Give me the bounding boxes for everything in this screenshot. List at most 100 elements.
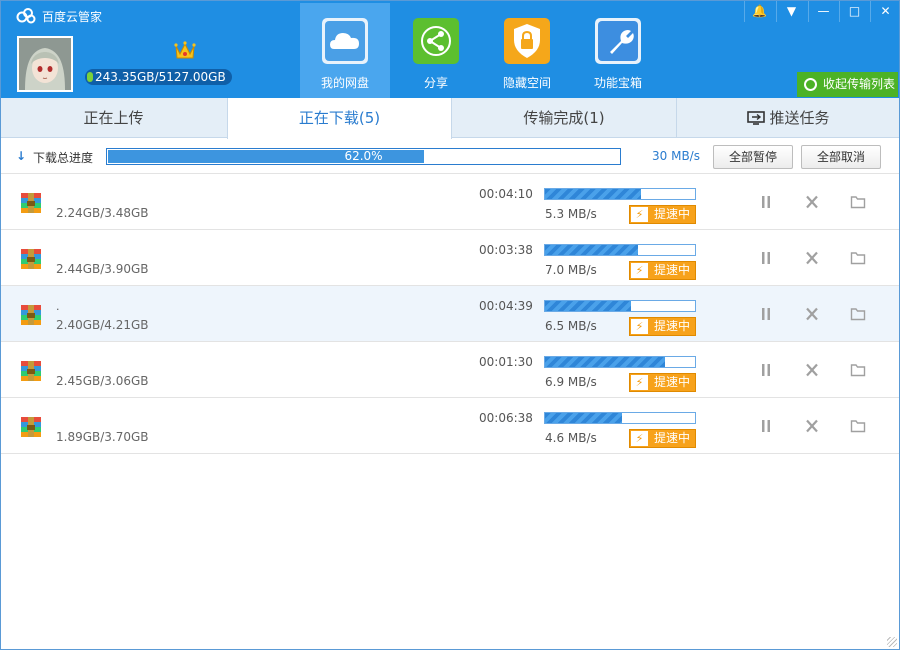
nav-my-cloud[interactable]: 我的网盘: [300, 3, 390, 98]
file-progress-fill: [545, 357, 665, 367]
speed-boost-badge[interactable]: ⚡ 提速中: [629, 373, 696, 392]
nav-hidden-space[interactable]: 隐藏空间: [482, 3, 572, 98]
download-speed: 5.3 MB/s: [545, 207, 597, 221]
tab-push-tasks[interactable]: 推送任务: [677, 98, 900, 138]
tab-downloading[interactable]: 正在下载(5): [227, 98, 452, 139]
open-folder-icon[interactable]: [849, 305, 867, 323]
circle-icon: [804, 78, 817, 91]
lock-icon: [504, 18, 550, 64]
pause-all-button[interactable]: 全部暂停: [713, 145, 793, 169]
download-arrow-icon: ↓: [16, 149, 27, 163]
quota-usage-indicator: [87, 72, 93, 82]
title-bar: 百度云管家 243.35GB/5127.00GB 我的网盘 分享 隐藏空间 功能…: [0, 0, 900, 98]
vip-crown-icon: [174, 41, 196, 59]
pause-icon[interactable]: [757, 193, 775, 211]
file-progress-bar: [544, 188, 696, 200]
pause-icon[interactable]: [757, 249, 775, 267]
archive-file-icon: [19, 303, 43, 327]
file-progress-bar: [544, 356, 696, 368]
lightning-icon: ⚡: [631, 207, 648, 222]
share-icon: [413, 18, 459, 64]
boost-label: 提速中: [654, 319, 691, 333]
tab-label: 传输完成(1): [523, 109, 605, 127]
remaining-time: 00:06:38: [479, 411, 533, 425]
baidu-cloud-logo-icon: [16, 8, 36, 24]
file-progress-fill: [545, 189, 641, 199]
cancel-all-button[interactable]: 全部取消: [801, 145, 881, 169]
archive-file-icon: [19, 191, 43, 215]
download-speed: 4.6 MB/s: [545, 431, 597, 445]
app-title: 百度云管家: [42, 10, 103, 24]
download-row[interactable]: 2.24GB/3.48GB 00:04:10 5.3 MB/s ⚡ 提速中: [0, 174, 900, 230]
close-icon[interactable]: ✕: [870, 0, 900, 22]
boost-label: 提速中: [654, 375, 691, 389]
cancel-icon[interactable]: [803, 193, 821, 211]
lightning-icon: ⚡: [631, 375, 648, 390]
wrench-icon: [595, 18, 641, 64]
cloud-icon: [322, 18, 368, 64]
resize-grip[interactable]: [887, 637, 897, 647]
remaining-time: 00:01:30: [479, 355, 533, 369]
download-row[interactable]: 2.45GB/3.06GB 00:01:30 6.9 MB/s ⚡ 提速中: [0, 342, 900, 398]
cancel-icon[interactable]: [803, 249, 821, 267]
file-size-progress: 2.45GB/3.06GB: [56, 374, 149, 388]
file-progress-fill: [545, 413, 622, 423]
file-size-progress: 2.40GB/4.21GB: [56, 318, 149, 332]
download-row[interactable]: 1.89GB/3.70GB 00:06:38 4.6 MB/s ⚡ 提速中: [0, 398, 900, 454]
open-folder-icon[interactable]: [849, 193, 867, 211]
minimize-icon[interactable]: —: [808, 0, 838, 22]
remaining-time: 00:04:39: [479, 299, 533, 313]
open-folder-icon[interactable]: [849, 249, 867, 267]
nav-share[interactable]: 分享: [391, 3, 481, 98]
speed-boost-badge[interactable]: ⚡ 提速中: [629, 261, 696, 280]
open-folder-icon[interactable]: [849, 361, 867, 379]
boost-label: 提速中: [654, 263, 691, 277]
maximize-icon[interactable]: □: [839, 0, 869, 22]
menu-dropdown-icon[interactable]: ▼: [776, 0, 806, 22]
nav-label: 功能宝箱: [593, 76, 642, 90]
file-progress-bar: [544, 244, 696, 256]
remaining-time: 00:03:38: [479, 243, 533, 257]
boost-label: 提速中: [654, 207, 691, 221]
tab-label: 正在上传: [83, 109, 144, 127]
collapse-transfer-list-button[interactable]: 收起传输列表: [797, 72, 898, 97]
download-row[interactable]: . 2.40GB/4.21GB 00:04:39 6.5 MB/s ⚡ 提速中: [0, 286, 900, 342]
boost-label: 提速中: [654, 431, 691, 445]
collapse-label: 收起传输列表: [823, 77, 896, 91]
pause-icon[interactable]: [757, 417, 775, 435]
push-screen-icon: [747, 111, 766, 125]
total-speed: 30 MB/s: [652, 149, 700, 163]
notification-bell-icon[interactable]: 🔔: [744, 0, 774, 22]
archive-file-icon: [19, 415, 43, 439]
file-size-progress: 2.44GB/3.90GB: [56, 262, 149, 276]
transfer-tabs: 正在上传 正在下载(5) 传输完成(1) 推送任务: [0, 98, 900, 139]
download-speed: 6.9 MB/s: [545, 375, 597, 389]
cancel-icon[interactable]: [803, 361, 821, 379]
tab-label: 正在下载(5): [298, 109, 381, 127]
tab-label: 推送任务: [769, 109, 830, 127]
total-progress-percent: 62.0%: [344, 149, 383, 163]
file-progress-fill: [545, 301, 631, 311]
tab-completed[interactable]: 传输完成(1): [452, 98, 677, 138]
avatar[interactable]: [17, 36, 73, 92]
pause-icon[interactable]: [757, 361, 775, 379]
speed-boost-badge[interactable]: ⚡ 提速中: [629, 429, 696, 448]
lightning-icon: ⚡: [631, 263, 648, 278]
nav-label: 分享: [423, 76, 448, 90]
archive-file-icon: [19, 247, 43, 271]
nav-label: 隐藏空间: [502, 76, 551, 90]
lightning-icon: ⚡: [631, 431, 648, 446]
cancel-icon[interactable]: [803, 305, 821, 323]
speed-boost-badge[interactable]: ⚡ 提速中: [629, 205, 696, 224]
nav-toolbox[interactable]: 功能宝箱: [573, 3, 663, 98]
open-folder-icon[interactable]: [849, 417, 867, 435]
tab-uploading[interactable]: 正在上传: [0, 98, 228, 138]
lightning-icon: ⚡: [631, 319, 648, 334]
download-row[interactable]: 2.44GB/3.90GB 00:03:38 7.0 MB/s ⚡ 提速中: [0, 230, 900, 286]
archive-file-icon: [19, 359, 43, 383]
file-progress-fill: [545, 245, 638, 255]
speed-boost-badge[interactable]: ⚡ 提速中: [629, 317, 696, 336]
cancel-icon[interactable]: [803, 417, 821, 435]
nav-label: 我的网盘: [320, 76, 369, 90]
pause-icon[interactable]: [757, 305, 775, 323]
